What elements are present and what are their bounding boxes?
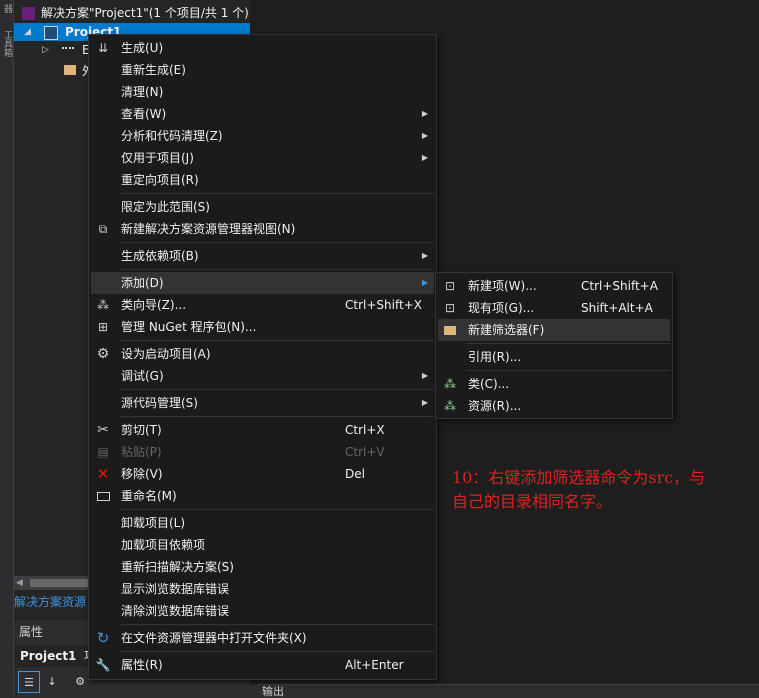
menu-item-show-db-errors[interactable]: 显示浏览数据库错误 (91, 578, 434, 600)
submenu-item-new-item[interactable]: ⊡ 新建项(W)... Ctrl+Shift+A (438, 275, 670, 297)
class-wizard-icon: ⁂ (97, 298, 109, 312)
left-tool-strip: 器 工具箱 (0, 0, 14, 697)
output-panel-title[interactable]: 输出 (258, 684, 759, 698)
shortcut-label: Ctrl+Shift+X (345, 298, 422, 312)
context-menu: ⇊ 生成(U) 重新生成(E) 清理(N) 查看(W) ▶ 分析和代码清理(Z) ▶ … (88, 34, 437, 680)
menu-separator (119, 624, 434, 625)
categorized-icon[interactable]: ☰ (18, 671, 40, 693)
menu-item-rebuild[interactable]: 重新生成(E) (91, 59, 434, 81)
menu-item-scope-to-this[interactable]: 限定为此范围(S) (91, 196, 434, 218)
menu-item-project-only[interactable]: 仅用于项目(J) ▶ (91, 147, 434, 169)
rename-icon (95, 488, 111, 504)
menu-item-analyze[interactable]: 分析和代码清理(Z) ▶ (91, 125, 434, 147)
submenu-item-resource[interactable]: ⁂ 资源(R)... (438, 395, 670, 417)
red-x-icon: ✕ (96, 465, 110, 483)
shortcut-label: Ctrl+Shift+A (581, 279, 658, 293)
menu-item-source-control[interactable]: 源代码管理(S) ▶ (91, 392, 434, 414)
submenu-item-new-filter[interactable]: 新建筛选器(F) (438, 319, 670, 341)
menu-item-view[interactable]: 查看(W) ▶ (91, 103, 434, 125)
add-resource-icon: ⁂ (444, 399, 456, 413)
submenu-arrow-icon: ▶ (421, 153, 428, 162)
submenu-arrow-icon: ▶ (421, 398, 428, 407)
menu-separator (119, 651, 434, 652)
menu-item-build-dependencies[interactable]: 生成依赖项(B) ▶ (91, 245, 434, 267)
shortcut-label: Shift+Alt+A (581, 301, 653, 315)
menu-item-class-wizard[interactable]: ⁂ 类向导(Z)... Ctrl+Shift+X (91, 294, 434, 316)
new-view-icon: ⧉ (98, 222, 108, 236)
menu-item-clear-db-errors[interactable]: 清除浏览数据库错误 (91, 600, 434, 622)
nuget-icon: ⊞ (97, 320, 109, 334)
menu-item-new-view[interactable]: ⧉ 新建解决方案资源管理器视图(N) (91, 218, 434, 240)
folder-icon (64, 65, 76, 75)
menu-separator (466, 343, 670, 344)
strip-label-toolbox[interactable]: 工具箱 (1, 30, 12, 57)
menu-item-retarget[interactable]: 重定向项目(R) (91, 169, 434, 191)
add-class-icon: ⁂ (444, 377, 456, 391)
menu-separator (119, 509, 434, 510)
menu-item-rename[interactable]: 重命名(M) (91, 485, 434, 507)
submenu-arrow-icon: ▶ (421, 371, 428, 380)
menu-separator (119, 242, 434, 243)
collapsed-triangle-icon[interactable]: ▷ (42, 41, 49, 59)
gear-icon: ⚙ (96, 346, 110, 362)
menu-item-remove[interactable]: ✕ 移除(V) Del (91, 463, 434, 485)
scissors-icon: ✂ (97, 422, 109, 438)
menu-item-debug[interactable]: 调试(G) ▶ (91, 365, 434, 387)
paste-icon: ▤ (97, 445, 109, 459)
strip-label-1[interactable]: 器 (1, 4, 12, 13)
annotation-line-2: 自己的目录相同名字。 (452, 492, 613, 511)
build-icon: ⇊ (97, 41, 109, 55)
submenu-item-class[interactable]: ⁂ 类(C)... (438, 373, 670, 395)
submenu-arrow-icon: ▶ (421, 131, 428, 140)
shortcut-label: Ctrl+X (345, 423, 385, 437)
solution-label: 解决方案"Project1"(1 个项目/共 1 个) (41, 6, 249, 20)
submenu-item-reference[interactable]: 引用(R)... (438, 346, 670, 368)
project-icon (44, 26, 58, 40)
submenu-arrow-icon: ▶ (421, 251, 428, 260)
menu-item-build[interactable]: ⇊ 生成(U) (91, 37, 434, 59)
menu-item-unload-project[interactable]: 卸载项目(L) (91, 512, 434, 534)
menu-item-load-dependencies[interactable]: 加载项目依赖项 (91, 534, 434, 556)
expanded-triangle-icon[interactable]: ◢ (24, 23, 31, 41)
menu-separator (119, 340, 434, 341)
scroll-left-icon[interactable]: ◀ (16, 576, 23, 590)
shortcut-label: Ctrl+V (345, 445, 385, 459)
menu-item-rescan-solution[interactable]: 重新扫描解决方案(S) (91, 556, 434, 578)
new-item-icon: ⊡ (444, 279, 456, 293)
menu-item-properties[interactable]: 🔧 属性(R) Alt+Enter (91, 654, 434, 676)
menu-separator (119, 416, 434, 417)
menu-item-manage-nuget[interactable]: ⊞ 管理 NuGet 程序包(N)... (91, 316, 434, 338)
add-submenu: ⊡ 新建项(W)... Ctrl+Shift+A ⊡ 现有项(G)... Shift+A… (435, 272, 673, 419)
existing-item-icon: ⊡ (444, 301, 456, 315)
shortcut-label: Del (345, 467, 365, 481)
refresh-arrow-icon: ↻ (96, 629, 110, 647)
menu-item-set-startup[interactable]: ⚙ 设为启动项目(A) (91, 343, 434, 365)
submenu-item-existing-item[interactable]: ⊡ 现有项(G)... Shift+Alt+A (438, 297, 670, 319)
menu-separator (119, 389, 434, 390)
references-icon (62, 47, 74, 55)
menu-item-clean[interactable]: 清理(N) (91, 81, 434, 103)
menu-item-paste: ▤ 粘贴(P) Ctrl+V (91, 441, 434, 463)
menu-separator (119, 193, 434, 194)
menu-item-open-in-explorer[interactable]: ↻ 在文件资源管理器中打开文件夹(X) (91, 627, 434, 649)
menu-item-add[interactable]: 添加(D) ▶ (91, 272, 434, 294)
tab-solution-explorer[interactable]: 解决方案资源 (14, 593, 86, 611)
properties-object-name: Project1 (20, 649, 77, 663)
wrench-icon: 🔧 (95, 658, 111, 672)
menu-separator (466, 370, 670, 371)
submenu-arrow-icon: ▶ (421, 278, 428, 287)
tree-solution-row[interactable]: 解决方案"Project1"(1 个项目/共 1 个) (22, 4, 249, 22)
shortcut-label: Alt+Enter (345, 658, 404, 672)
property-pages-icon[interactable]: ⚙ (70, 671, 90, 691)
annotation-line-1: 10：右键添加筛选器命令为src，与 (452, 468, 706, 487)
alphabetical-icon[interactable]: ↓ (42, 671, 62, 691)
annotation-text: 10：右键添加筛选器命令为src，与 自己的目录相同名字。 (452, 466, 752, 514)
menu-item-cut[interactable]: ✂ 剪切(T) Ctrl+X (91, 419, 434, 441)
menu-separator (119, 269, 434, 270)
scroll-thumb[interactable] (30, 579, 92, 587)
folder-icon (442, 322, 458, 338)
solution-icon (22, 7, 35, 20)
submenu-arrow-icon: ▶ (421, 109, 428, 118)
